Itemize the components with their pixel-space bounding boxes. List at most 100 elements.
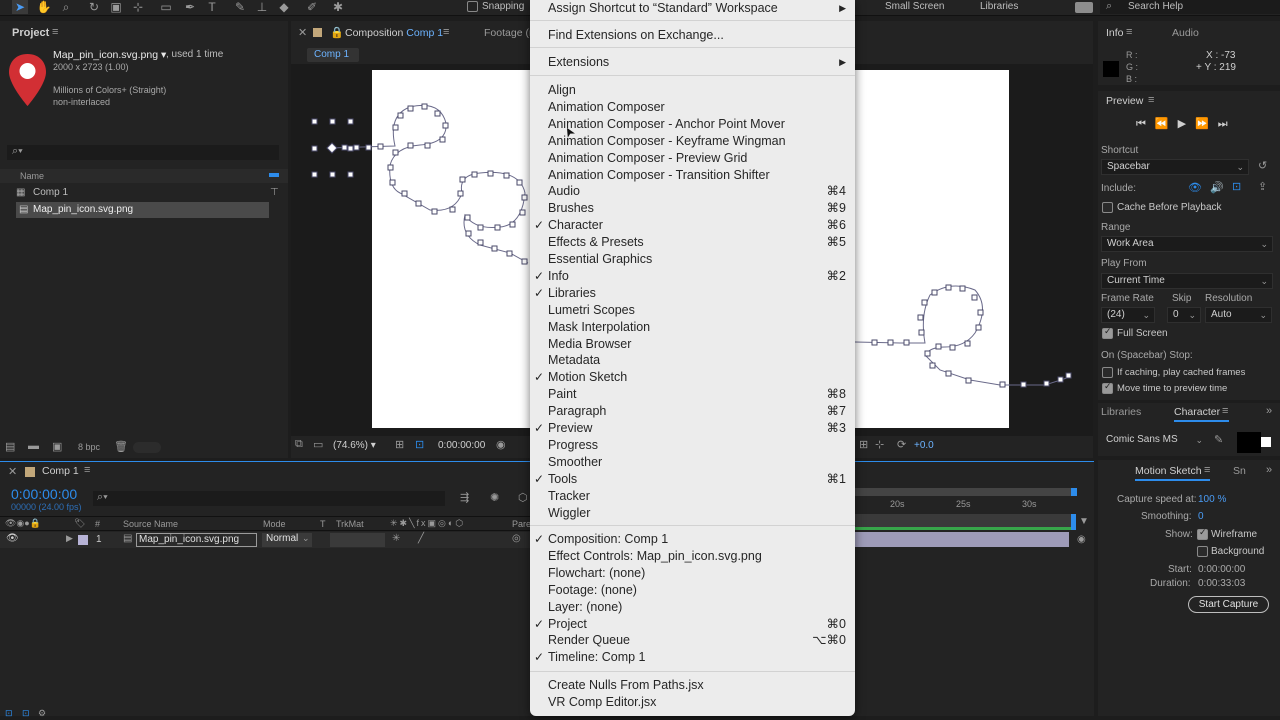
puppet-tool-icon[interactable]: ✱ — [330, 0, 346, 14]
column-source-name[interactable]: Source Name — [123, 519, 178, 529]
tab-project[interactable]: Project — [12, 27, 49, 39]
menu-item-brushes[interactable]: Brushes ⌘9 — [530, 200, 855, 217]
menu-item-animation-composer-preview-grid[interactable]: Animation Composer - Preview Grid — [530, 150, 855, 167]
menu-item-wiggler[interactable]: Wiggler — [530, 505, 855, 522]
menu-item-essential-graphics[interactable]: Essential Graphics — [530, 251, 855, 268]
expand-time-icon[interactable]: ⚙ — [38, 708, 46, 719]
cache-before-playback-checkbox[interactable] — [1102, 202, 1113, 213]
fill-color-swatch[interactable] — [1237, 432, 1261, 453]
camera-tool-icon[interactable]: ▣ — [108, 0, 124, 14]
panel-menu-icon[interactable]: ≡ — [1204, 464, 1210, 476]
snapshot-icon[interactable]: ◉ — [496, 438, 506, 451]
clone-stamp-tool-icon[interactable]: ⊥ — [254, 0, 270, 14]
next-frame-icon[interactable]: ⏩ — [1195, 118, 1218, 130]
type-tool-icon[interactable]: T — [204, 0, 220, 14]
include-video-icon[interactable]: 👁 — [1188, 181, 1202, 194]
layer-color-label-icon[interactable] — [78, 535, 88, 545]
layer-duration-bar[interactable] — [855, 532, 1069, 547]
play-from-dropdown[interactable]: Current Time ⌄ — [1101, 273, 1273, 289]
exposure-reset-icon[interactable]: ⟳ — [897, 438, 906, 451]
shy-switch-icon[interactable]: ✳ — [392, 533, 400, 544]
menu-item-layer-none[interactable]: Layer: (none) — [530, 599, 855, 616]
panel-menu-icon[interactable]: ≡ — [84, 464, 90, 476]
eyedropper-icon[interactable]: ✎ — [1214, 433, 1223, 446]
export-icon[interactable]: ⇪ — [1258, 180, 1267, 193]
selection-tool-icon[interactable]: ➤ — [12, 0, 28, 14]
pan-behind-tool-icon[interactable]: ⊹ — [130, 0, 146, 14]
first-frame-icon[interactable]: ⏮ — [1136, 118, 1155, 130]
grid-icon[interactable]: ⊞ — [395, 438, 404, 451]
flowchart-icon[interactable]: ⊹ — [875, 438, 884, 451]
eye-icon[interactable]: 👁 — [6, 533, 19, 544]
wireframe-checkbox[interactable] — [1197, 527, 1208, 540]
menu-item-render-queue[interactable]: Render Queue ⌥⌘0 — [530, 632, 855, 649]
pen-tool-icon[interactable]: ✒ — [182, 0, 198, 14]
shortcut-dropdown[interactable]: Spacebar ⌄ — [1101, 159, 1249, 175]
timeline-search-input[interactable]: ⌕▾ — [93, 491, 445, 506]
zoom-dropdown[interactable]: (74.6%) ▾ — [333, 440, 376, 451]
workspace-small-screen[interactable]: Small Screen — [885, 1, 944, 12]
menu-item-character[interactable]: ✓ Character ⌘6 — [530, 217, 855, 234]
menu-item-assign-shortcut-to-standard-workspace[interactable]: Assign Shortcut to “Standard” Workspace ▶ — [530, 0, 855, 17]
zoom-tool-icon[interactable]: ⌕ — [58, 0, 74, 14]
trkmat-dropdown[interactable] — [330, 533, 385, 547]
tab-smoother[interactable]: Sn — [1233, 465, 1246, 477]
parent-pickwhip-icon[interactable]: ◎ — [512, 533, 521, 544]
rotate-tool-icon[interactable]: ↻ — [86, 0, 102, 14]
menu-item-info[interactable]: ✓ Info ⌘2 — [530, 268, 855, 285]
search-help-field[interactable]: ⌕ Search Help — [1100, 0, 1280, 14]
previous-frame-icon[interactable]: ⏪ — [1155, 118, 1178, 130]
workspace-menu-icon[interactable] — [1075, 2, 1093, 13]
comp-breadcrumb[interactable]: Comp 1 — [307, 48, 359, 62]
play-icon[interactable]: ▶ — [1178, 118, 1195, 130]
menu-item-project[interactable]: ✓ Project ⌘0 — [530, 616, 855, 633]
tab-preview[interactable]: Preview — [1106, 95, 1143, 107]
tab-motion-sketch[interactable]: Motion Sketch — [1135, 465, 1202, 477]
start-capture-button[interactable]: Start Capture — [1188, 596, 1269, 613]
panel-menu-icon[interactable]: ≡ — [1126, 26, 1132, 38]
chevron-right-icon[interactable]: » — [1266, 405, 1272, 417]
tab-timeline-comp[interactable]: Comp 1 — [42, 465, 79, 477]
menu-item-paint[interactable]: Paint ⌘8 — [530, 386, 855, 403]
menu-item-align[interactable]: Align — [530, 82, 855, 99]
menu-item-paragraph[interactable]: Paragraph ⌘7 — [530, 403, 855, 420]
reset-icon[interactable]: ↺ — [1258, 159, 1267, 172]
menu-item-libraries[interactable]: ✓ Libraries — [530, 285, 855, 302]
interpret-footage-icon[interactable]: ▤ — [5, 440, 15, 453]
menu-item-animation-composer[interactable]: Animation Composer — [530, 99, 855, 116]
menu-item-media-browser[interactable]: Media Browser — [530, 336, 855, 353]
tab-character[interactable]: Character — [1174, 406, 1220, 418]
expand-triangle-icon[interactable]: ▶ — [66, 533, 73, 544]
stroke-color-swatch[interactable] — [1261, 437, 1271, 447]
menu-item-audio[interactable]: Audio ⌘4 — [530, 183, 855, 200]
lock-icon[interactable]: 🔒 — [330, 26, 344, 39]
tab-info[interactable]: Info — [1106, 27, 1124, 39]
project-search-input[interactable]: ⌕▾ — [7, 145, 279, 160]
snapping-checkbox[interactable] — [467, 1, 478, 12]
always-preview-icon[interactable]: ⧉ — [295, 438, 303, 451]
menu-item-animation-composer-transition-shifter[interactable]: Animation Composer - Transition Shifter — [530, 167, 855, 184]
panel-menu-icon[interactable]: ≡ — [52, 26, 58, 38]
work-area-end-handle[interactable] — [1071, 514, 1076, 530]
background-checkbox[interactable] — [1197, 546, 1208, 557]
menu-item-composition-comp-1[interactable]: ✓ Composition: Comp 1 — [530, 531, 855, 548]
last-frame-icon[interactable]: ⏭ — [1218, 118, 1237, 130]
time-navigator-end-handle[interactable] — [1071, 488, 1077, 496]
hide-shy-layers-icon[interactable]: ⬡ — [518, 491, 528, 504]
project-item-footage[interactable]: ▤ Map_pin_icon.svg.png — [16, 202, 269, 218]
layer-mode-dropdown[interactable]: Normal ⌄ — [262, 533, 312, 547]
menu-item-metadata[interactable]: Metadata — [530, 352, 855, 369]
font-family-dropdown[interactable]: Comic Sans MS ⌄ — [1101, 433, 1207, 449]
bpc-label[interactable]: 8 bpc — [78, 442, 100, 452]
menu-item-mask-interpolation[interactable]: Mask Interpolation — [530, 319, 855, 336]
chevron-right-icon[interactable]: » — [1266, 464, 1272, 476]
tab-composition[interactable]: Composition Comp 1 — [345, 27, 443, 39]
fast-previews-icon[interactable]: ⊞ — [859, 438, 868, 451]
new-folder-icon[interactable]: ▬ — [28, 440, 39, 452]
tab-audio[interactable]: Audio — [1172, 27, 1199, 39]
exposure-value[interactable]: +0.0 — [914, 440, 934, 451]
new-composition-icon[interactable]: ▣ — [52, 440, 62, 453]
panel-menu-icon[interactable]: ≡ — [443, 26, 449, 38]
panel-menu-icon[interactable]: ≡ — [1222, 405, 1228, 417]
menu-item-find-extensions-on-exchange[interactable]: Find Extensions on Exchange... — [530, 27, 855, 44]
